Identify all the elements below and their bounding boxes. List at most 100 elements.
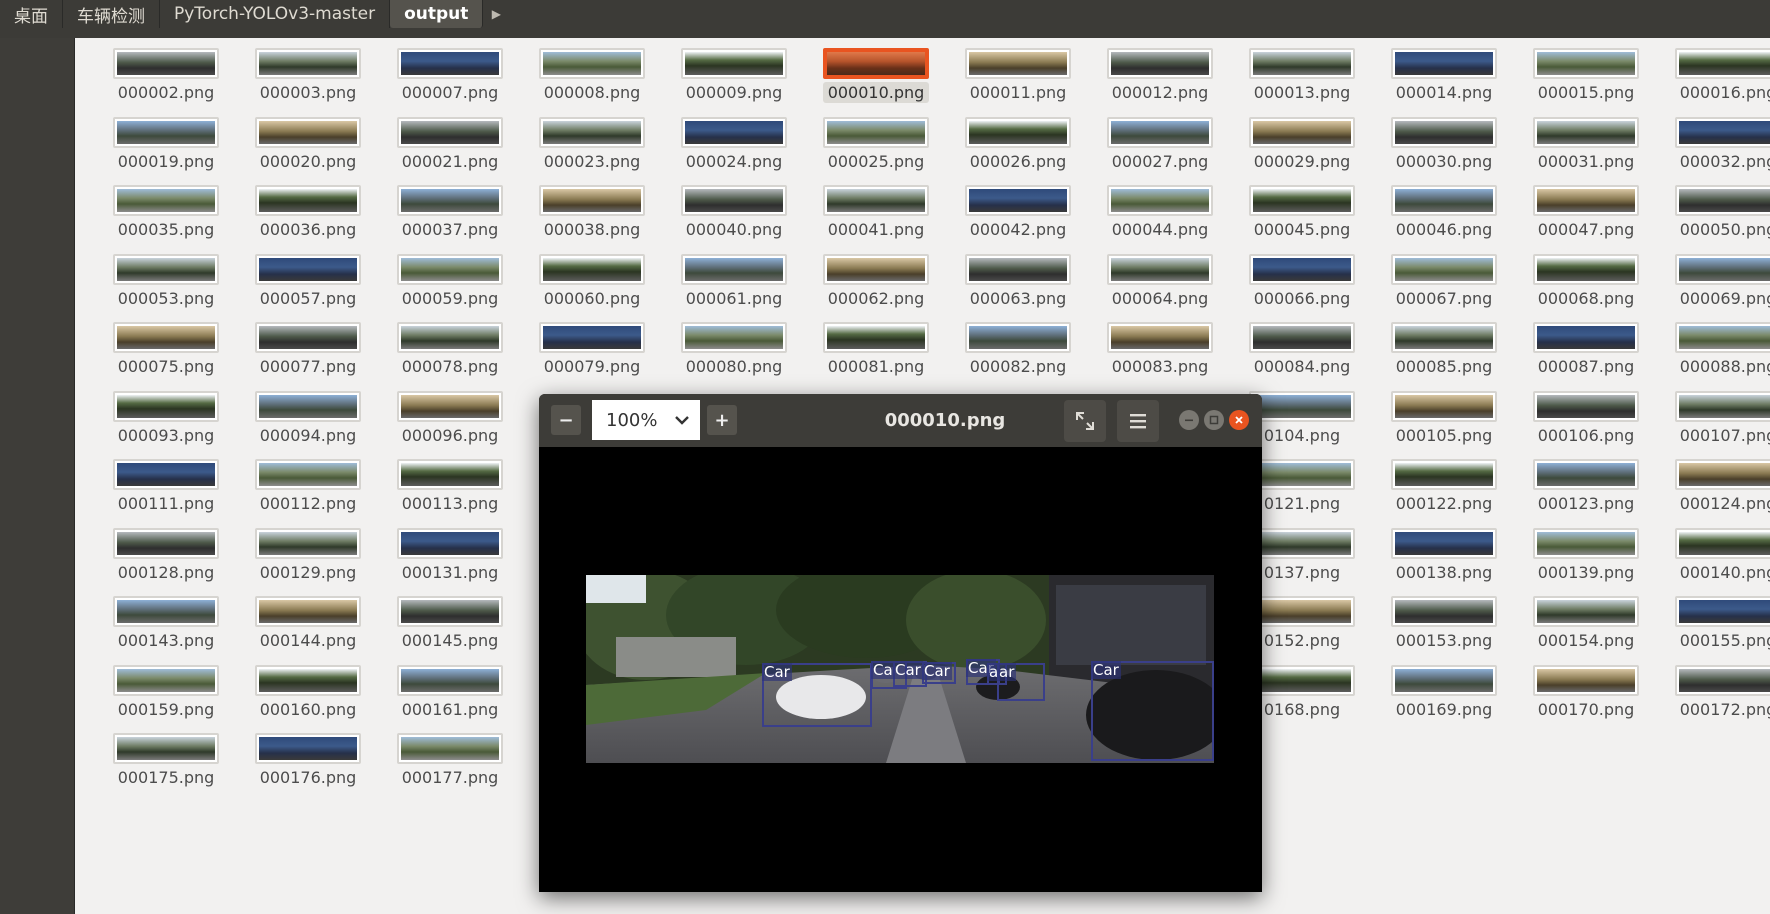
- crumb-pytorch-yolov3[interactable]: PyTorch-YOLOv3-master: [160, 0, 391, 28]
- crumb-vehicle-detection[interactable]: 车辆检测: [63, 0, 160, 28]
- file-item[interactable]: 000024.png: [663, 116, 805, 186]
- file-item[interactable]: 000075.png: [95, 322, 237, 391]
- file-item[interactable]: 000161.png: [379, 664, 521, 734]
- file-item[interactable]: 000019.png: [95, 116, 237, 186]
- file-item[interactable]: 000084.png: [1231, 322, 1373, 391]
- file-item[interactable]: 000069.png: [1657, 253, 1770, 323]
- file-item[interactable]: 000063.png: [947, 253, 1089, 323]
- file-item[interactable]: 000046.png: [1373, 185, 1515, 254]
- file-item[interactable]: 000031.png: [1515, 116, 1657, 186]
- file-item[interactable]: 000003.png: [237, 48, 379, 117]
- file-item[interactable]: 000010.png: [805, 48, 947, 117]
- file-item[interactable]: 000011.png: [947, 48, 1089, 117]
- file-item[interactable]: 000085.png: [1373, 322, 1515, 391]
- file-item[interactable]: 000035.png: [95, 185, 237, 254]
- file-item[interactable]: 000013.png: [1231, 48, 1373, 117]
- file-item[interactable]: 000041.png: [805, 185, 947, 254]
- file-item[interactable]: 000081.png: [805, 322, 947, 391]
- file-item[interactable]: 000087.png: [1515, 322, 1657, 391]
- file-item[interactable]: 000012.png: [1089, 48, 1231, 117]
- file-item[interactable]: 000067.png: [1373, 253, 1515, 323]
- crumb-next-arrow-icon[interactable]: ▶: [483, 0, 509, 28]
- file-item[interactable]: 000093.png: [95, 390, 237, 460]
- file-item[interactable]: 000029.png: [1231, 116, 1373, 186]
- file-item[interactable]: 000107.png: [1657, 390, 1770, 460]
- file-item[interactable]: 000159.png: [95, 664, 237, 734]
- file-item[interactable]: 000015.png: [1515, 48, 1657, 117]
- file-item[interactable]: 000123.png: [1515, 459, 1657, 528]
- file-item[interactable]: 000026.png: [947, 116, 1089, 186]
- file-item[interactable]: 000042.png: [947, 185, 1089, 254]
- file-item[interactable]: 000045.png: [1231, 185, 1373, 254]
- file-item[interactable]: 000016.png: [1657, 48, 1770, 117]
- file-item[interactable]: 000143.png: [95, 596, 237, 665]
- file-item[interactable]: 000155.png: [1657, 596, 1770, 665]
- file-item[interactable]: 000062.png: [805, 253, 947, 323]
- fullscreen-button[interactable]: [1064, 400, 1106, 442]
- file-item[interactable]: 000172.png: [1657, 664, 1770, 734]
- zoom-in-button[interactable]: +: [707, 405, 737, 435]
- file-item[interactable]: 000080.png: [663, 322, 805, 391]
- file-item[interactable]: 000025.png: [805, 116, 947, 186]
- file-item[interactable]: 000139.png: [1515, 527, 1657, 597]
- minimize-button[interactable]: [1179, 410, 1199, 430]
- file-item[interactable]: 000113.png: [379, 459, 521, 528]
- zoom-level-select[interactable]: 100%: [592, 400, 700, 440]
- file-item[interactable]: 000059.png: [379, 253, 521, 323]
- crumb-output[interactable]: output: [390, 0, 484, 28]
- file-item[interactable]: 000122.png: [1373, 459, 1515, 528]
- file-item[interactable]: 000144.png: [237, 596, 379, 665]
- file-item[interactable]: 000129.png: [237, 527, 379, 597]
- file-item[interactable]: 000128.png: [95, 527, 237, 597]
- file-item[interactable]: 000094.png: [237, 390, 379, 460]
- file-item[interactable]: 000112.png: [237, 459, 379, 528]
- file-item[interactable]: 000068.png: [1515, 253, 1657, 323]
- file-item[interactable]: 000002.png: [95, 48, 237, 117]
- file-item[interactable]: 000008.png: [521, 48, 663, 117]
- zoom-out-button[interactable]: −: [551, 405, 581, 435]
- file-item[interactable]: 000066.png: [1231, 253, 1373, 323]
- file-item[interactable]: 000105.png: [1373, 390, 1515, 460]
- file-item[interactable]: 000057.png: [237, 253, 379, 323]
- file-item[interactable]: 000177.png: [379, 733, 521, 802]
- file-item[interactable]: 000175.png: [95, 733, 237, 802]
- file-item[interactable]: 000160.png: [237, 664, 379, 734]
- file-item[interactable]: 000023.png: [521, 116, 663, 186]
- file-item[interactable]: 000030.png: [1373, 116, 1515, 186]
- file-item[interactable]: 000131.png: [379, 527, 521, 597]
- file-item[interactable]: 000064.png: [1089, 253, 1231, 323]
- file-item[interactable]: 000169.png: [1373, 664, 1515, 734]
- file-item[interactable]: 000007.png: [379, 48, 521, 117]
- file-item[interactable]: 000037.png: [379, 185, 521, 254]
- menu-button[interactable]: [1117, 400, 1159, 442]
- crumb-desktop[interactable]: 桌面: [0, 0, 63, 28]
- file-item[interactable]: 000009.png: [663, 48, 805, 117]
- file-item[interactable]: 000044.png: [1089, 185, 1231, 254]
- maximize-button[interactable]: [1204, 410, 1224, 430]
- file-item[interactable]: 000111.png: [95, 459, 237, 528]
- file-item[interactable]: 000047.png: [1515, 185, 1657, 254]
- file-item[interactable]: 000082.png: [947, 322, 1089, 391]
- close-button[interactable]: [1229, 410, 1249, 430]
- file-item[interactable]: 000036.png: [237, 185, 379, 254]
- file-item[interactable]: 000060.png: [521, 253, 663, 323]
- file-item[interactable]: 000050.png: [1657, 185, 1770, 254]
- file-item[interactable]: 000053.png: [95, 253, 237, 323]
- file-item[interactable]: 000078.png: [379, 322, 521, 391]
- file-item[interactable]: 000014.png: [1373, 48, 1515, 117]
- file-item[interactable]: 000154.png: [1515, 596, 1657, 665]
- file-item[interactable]: 000106.png: [1515, 390, 1657, 460]
- file-item[interactable]: 000038.png: [521, 185, 663, 254]
- file-item[interactable]: 000040.png: [663, 185, 805, 254]
- file-item[interactable]: 000088.png: [1657, 322, 1770, 391]
- file-item[interactable]: 000083.png: [1089, 322, 1231, 391]
- file-item[interactable]: 000077.png: [237, 322, 379, 391]
- file-item[interactable]: 000170.png: [1515, 664, 1657, 734]
- file-item[interactable]: 000027.png: [1089, 116, 1231, 186]
- file-item[interactable]: 000020.png: [237, 116, 379, 186]
- file-item[interactable]: 000176.png: [237, 733, 379, 802]
- file-item[interactable]: 000138.png: [1373, 527, 1515, 597]
- file-item[interactable]: 000061.png: [663, 253, 805, 323]
- file-item[interactable]: 000140.png: [1657, 527, 1770, 597]
- file-item[interactable]: 000021.png: [379, 116, 521, 186]
